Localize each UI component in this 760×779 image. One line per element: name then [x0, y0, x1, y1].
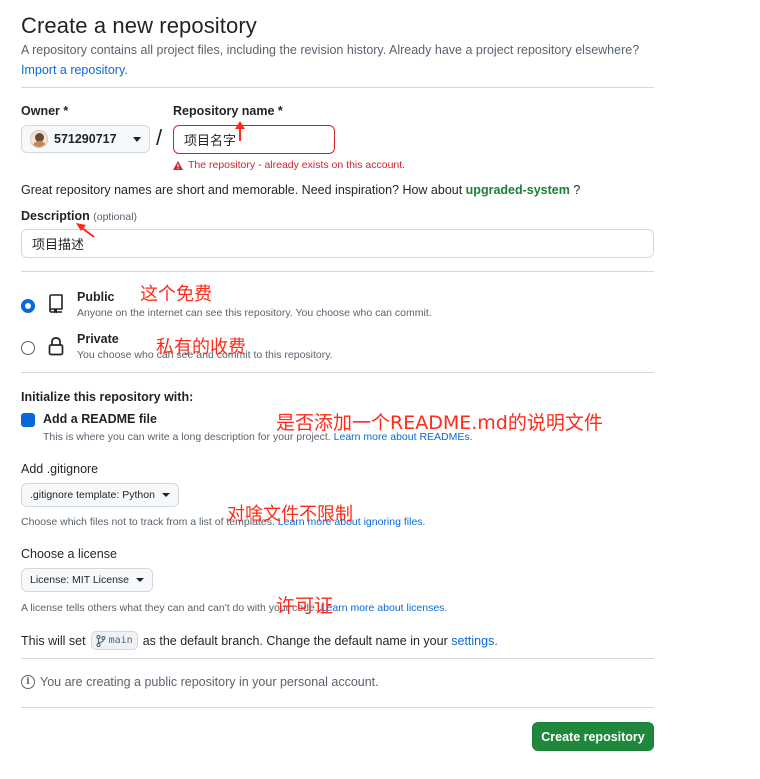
- annotation-public: 这个免费: [140, 284, 212, 305]
- annotation-gitignore: 对啥文件不限制: [227, 504, 353, 525]
- annotation-license: 许可证: [276, 595, 334, 617]
- annotation-private: 私有的收费: [156, 337, 246, 358]
- annotation-arrows: [76, 121, 245, 238]
- annotation-readme: 是否添加一个README.md的说明文件: [276, 412, 603, 434]
- annotation-arrow-description: [76, 223, 95, 238]
- annotation-arrow-repo-name: [235, 121, 245, 141]
